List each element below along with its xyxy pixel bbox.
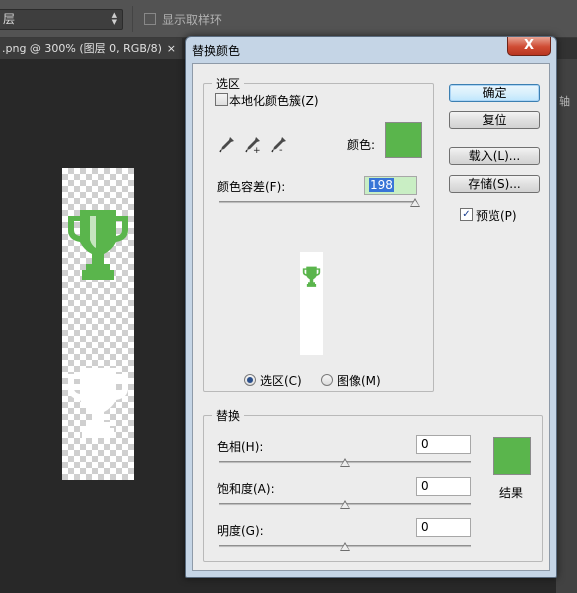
- result-label: 结果: [499, 486, 524, 500]
- lightness-label: 明度(G):: [217, 524, 264, 538]
- preview-label: 预览(P): [476, 209, 517, 223]
- hue-value: 0: [421, 437, 429, 451]
- fuzziness-slider-thumb[interactable]: [410, 198, 421, 207]
- result-color-swatch[interactable]: [493, 437, 531, 475]
- selection-group: 选区 本地化颜色簇(Z) + - 颜色: 颜色容差(F): 198 选区(C) …: [203, 75, 434, 392]
- fuzziness-label: 颜色容差(F):: [217, 180, 286, 194]
- show-sample-ring-label: 显示取样环: [162, 13, 223, 27]
- selection-color-swatch[interactable]: [385, 122, 422, 158]
- dialog-titlebar[interactable]: 替换颜色 X: [186, 37, 556, 63]
- show-sample-ring-checkbox[interactable]: [144, 13, 156, 25]
- dialog-title: 替换颜色: [192, 44, 241, 58]
- dialog-content: 选区 本地化颜色簇(Z) + - 颜色: 颜色容差(F): 198 选区(C) …: [192, 63, 550, 571]
- view-selection-radio[interactable]: [244, 374, 256, 386]
- load-button[interactable]: 载入(L)...: [449, 147, 540, 165]
- lightness-slider-thumb[interactable]: [340, 542, 350, 551]
- replace-group-title: 替换: [212, 407, 245, 424]
- saturation-label: 饱和度(A):: [217, 482, 275, 496]
- eyedropper-icon[interactable]: [218, 135, 236, 153]
- view-image-radio[interactable]: [321, 374, 333, 386]
- document-tab-title: .png @ 300% (图层 0, RGB/8): [2, 42, 162, 55]
- preview-trophy-image: [302, 266, 321, 287]
- fuzziness-input[interactable]: 198: [364, 176, 417, 195]
- select-arrows-icon: ▲ ▼: [111, 11, 117, 26]
- selection-group-title: 选区: [212, 75, 245, 92]
- white-trophy-image: [68, 368, 128, 438]
- right-panel: 轴: [556, 59, 577, 593]
- options-bar: 层 ▲ ▼ 显示取样环: [0, 0, 577, 38]
- localized-clusters-label: 本地化颜色簇(Z): [229, 94, 319, 108]
- preview-checkbox[interactable]: ✓: [460, 208, 473, 221]
- hue-input[interactable]: 0: [416, 435, 471, 454]
- replace-color-dialog: 替换颜色 X 选区 本地化颜色簇(Z) + - 颜色: 颜色容差(F): 198…: [185, 36, 557, 578]
- sample-layers-select[interactable]: 层 ▲ ▼: [0, 9, 123, 30]
- sample-layers-value: 层: [3, 12, 16, 26]
- saturation-slider-thumb[interactable]: [340, 500, 350, 509]
- svg-text:-: -: [279, 145, 283, 153]
- lightness-value: 0: [421, 520, 429, 534]
- right-panel-label: 轴: [559, 95, 570, 108]
- saturation-value: 0: [421, 479, 429, 493]
- fuzziness-slider[interactable]: [219, 201, 417, 204]
- close-button[interactable]: X: [507, 37, 551, 56]
- localized-clusters-checkbox[interactable]: [215, 93, 228, 106]
- fuzziness-value: 198: [369, 178, 394, 192]
- document-canvas[interactable]: [62, 168, 134, 480]
- save-button[interactable]: 存储(S)...: [449, 175, 540, 193]
- eyedropper-subtract-icon[interactable]: -: [270, 135, 288, 153]
- svg-text:+: +: [253, 146, 261, 153]
- close-icon: X: [523, 38, 535, 53]
- selection-preview: [300, 252, 323, 355]
- options-divider: [132, 6, 133, 32]
- view-selection-label: 选区(C): [260, 374, 302, 388]
- ok-button[interactable]: 确定: [449, 84, 540, 102]
- view-image-label: 图像(M): [337, 374, 381, 388]
- replace-group: 替换 色相(H): 0 饱和度(A): 0 明度(G): 0 结果: [203, 407, 543, 562]
- document-tab[interactable]: .png @ 300% (图层 0, RGB/8) ×: [0, 38, 182, 59]
- saturation-input[interactable]: 0: [416, 477, 471, 496]
- hue-label: 色相(H):: [217, 440, 264, 454]
- close-tab-icon[interactable]: ×: [167, 38, 176, 59]
- selection-color-label: 颜色:: [347, 138, 376, 152]
- lightness-input[interactable]: 0: [416, 518, 471, 537]
- reset-button[interactable]: 复位: [449, 111, 540, 129]
- hue-slider-thumb[interactable]: [340, 458, 350, 467]
- green-trophy-image: [68, 210, 128, 280]
- eyedropper-add-icon[interactable]: +: [244, 135, 262, 153]
